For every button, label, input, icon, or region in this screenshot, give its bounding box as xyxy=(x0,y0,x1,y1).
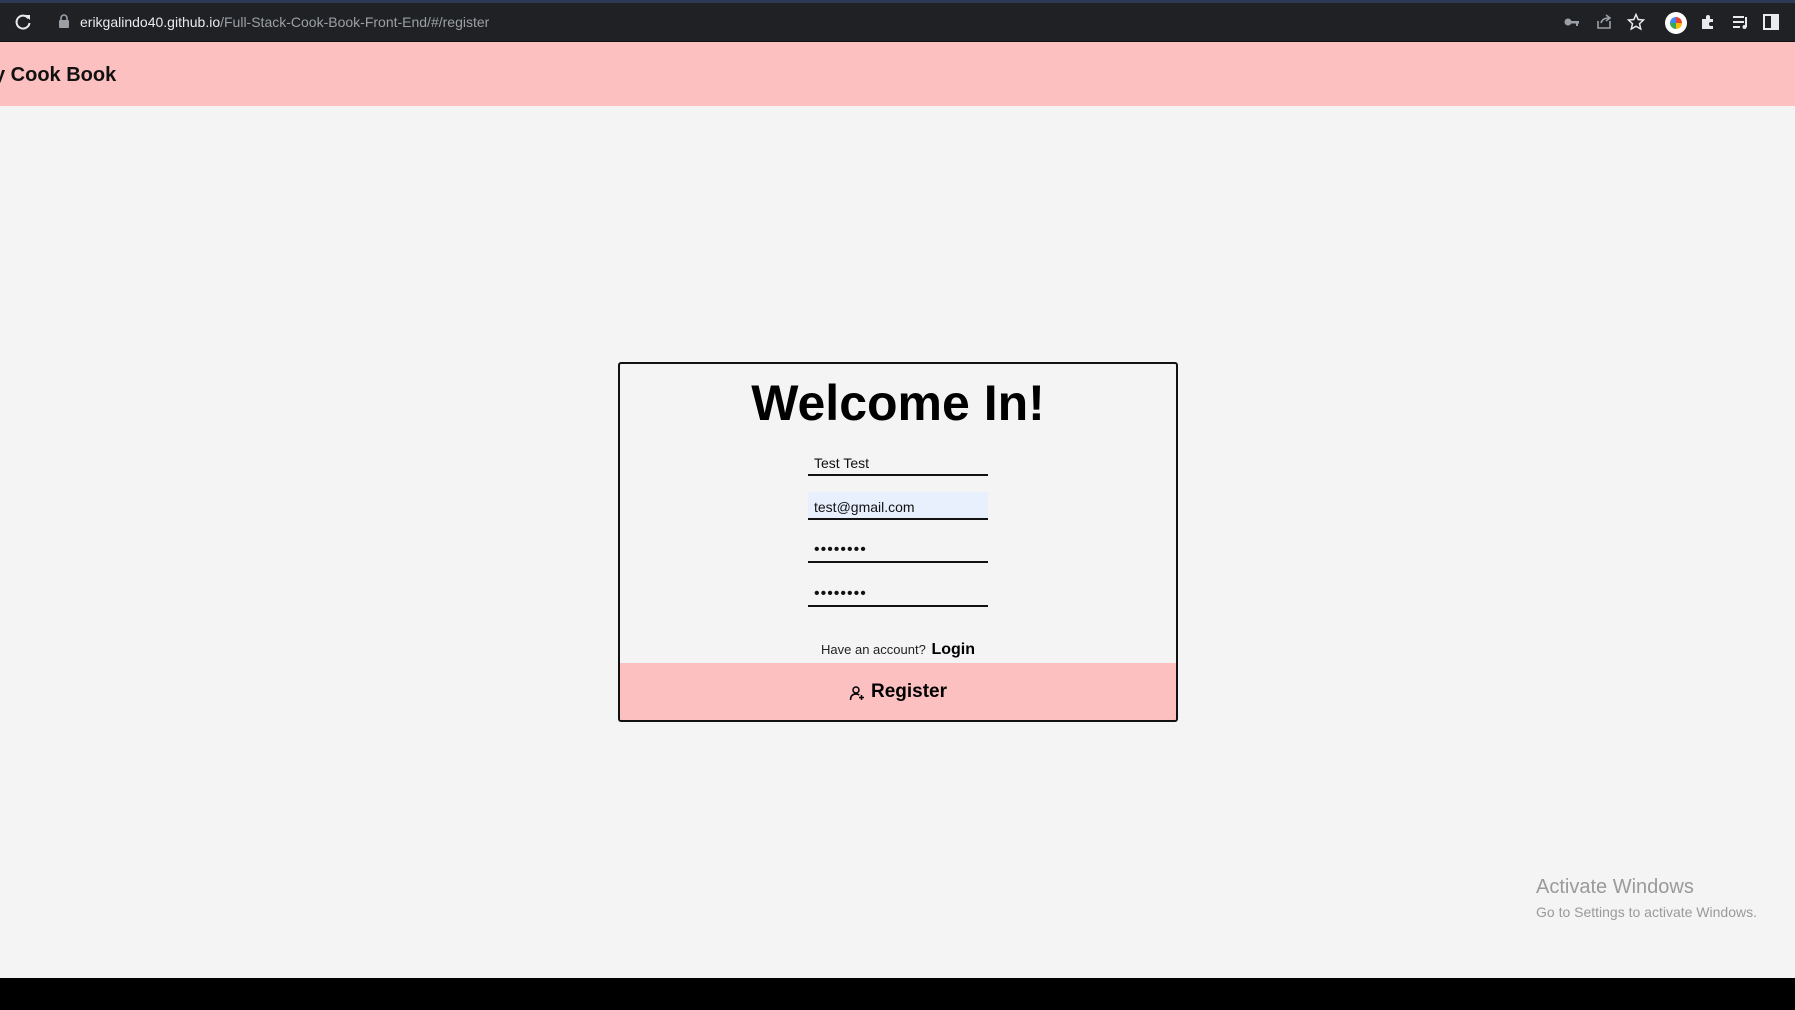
profile-icon[interactable] xyxy=(1665,12,1687,34)
reading-list-icon[interactable] xyxy=(1731,13,1749,31)
address-bar[interactable]: erikgalindo40.github.io/Full-Stack-Cook-… xyxy=(80,14,489,30)
password-field[interactable] xyxy=(808,535,988,563)
confirm-password-field[interactable] xyxy=(808,579,988,607)
activate-windows-watermark: Activate Windows Go to Settings to activ… xyxy=(1536,876,1757,920)
have-account-line: Have an account? Login xyxy=(620,641,1176,659)
register-label: Register xyxy=(870,680,948,702)
have-account-text: Have an account? xyxy=(821,642,926,657)
login-link[interactable]: Login xyxy=(931,641,975,658)
extensions-icon[interactable] xyxy=(1699,13,1717,31)
watermark-title: Activate Windows xyxy=(1536,876,1694,898)
app-title[interactable]: y Cook Book xyxy=(0,64,116,87)
app-header: y Cook Book xyxy=(0,42,1795,106)
url-host: erikgalindo40.github.io xyxy=(80,14,221,30)
taskbar xyxy=(0,978,1795,1010)
side-panel-icon[interactable] xyxy=(1762,13,1780,31)
add-user-icon xyxy=(849,686,864,701)
watermark-subtitle: Go to Settings to activate Windows. xyxy=(1536,904,1757,920)
register-button[interactable]: Register xyxy=(620,663,1176,720)
card-title: Welcome In! xyxy=(751,375,1045,431)
lock-icon[interactable] xyxy=(58,14,70,28)
url-path: /Full-Stack-Cook-Book-Front-End/#/regist… xyxy=(220,14,490,30)
email-field[interactable] xyxy=(808,492,988,520)
reload-icon[interactable] xyxy=(13,12,33,32)
tab-strip-edge xyxy=(0,0,1795,3)
star-icon[interactable] xyxy=(1627,13,1645,31)
register-card: Welcome In! Have an account? Login Regis… xyxy=(618,362,1178,722)
page-content: y Cook Book Welcome In! Have an account?… xyxy=(0,42,1795,978)
share-icon[interactable] xyxy=(1595,13,1613,31)
key-icon[interactable] xyxy=(1563,13,1581,31)
name-field[interactable] xyxy=(808,448,988,476)
browser-toolbar: erikgalindo40.github.io/Full-Stack-Cook-… xyxy=(0,0,1795,42)
